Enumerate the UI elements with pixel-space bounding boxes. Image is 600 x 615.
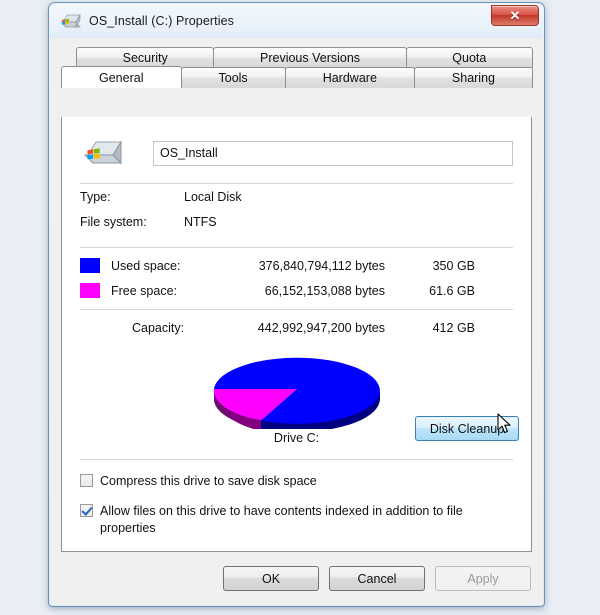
tab-label: Previous Versions (260, 51, 361, 65)
used-space-label: Used space: (111, 258, 181, 273)
capacity-spacer (80, 320, 100, 335)
free-space-gb: 61.6 GB (429, 283, 475, 298)
index-contents-row[interactable]: Allow files on this drive to have conten… (80, 503, 513, 537)
free-space-bytes: 66,152,153,088 bytes (264, 283, 385, 298)
filesystem-row: File system: NTFS (80, 209, 513, 234)
capacity-bytes: 442,992,947,200 bytes (257, 320, 385, 335)
volume-label-input[interactable]: OS_Install (153, 140, 513, 166)
ok-button[interactable]: OK (223, 566, 319, 591)
free-space-row: Free space: 66,152,153,088 bytes 61.6 GB (80, 278, 513, 303)
hard-drive-icon (60, 12, 82, 30)
hard-drive-icon (83, 136, 125, 170)
capacity-gb: 412 GB (432, 320, 475, 335)
disk-usage-chart: Drive C: Disk Cleanup (80, 349, 519, 445)
window-inner: OS_Install (C:) Properties ✕ Security Pr… (50, 4, 543, 605)
pie-chart-3d (211, 349, 383, 432)
filesystem-value: NTFS (184, 214, 217, 229)
tab-general[interactable]: General (61, 66, 182, 88)
dialog-client-area: Security Previous Versions Quota General… (50, 38, 543, 605)
index-contents-checkbox[interactable] (80, 503, 93, 517)
tab-label: Tools (218, 71, 248, 85)
tab-tools[interactable]: Tools (180, 67, 286, 88)
disk-cleanup-button[interactable]: Disk Cleanup (415, 416, 519, 441)
compress-drive-label: Compress this drive to save disk space (100, 474, 317, 488)
divider-bottom (80, 459, 513, 460)
properties-dialog-window: OS_Install (C:) Properties ✕ Security Pr… (48, 2, 545, 607)
cancel-label: Cancel (357, 571, 397, 586)
used-space-gb: 350 GB (432, 258, 475, 273)
tab-label: Sharing (451, 71, 495, 85)
type-label: Type: (80, 189, 111, 204)
general-tab-panel: OS_Install Type: Local Disk File system:… (61, 117, 532, 552)
apply-button: Apply (435, 566, 531, 591)
used-space-bytes: 376,840,794,112 bytes (258, 258, 385, 273)
type-row: Type: Local Disk (80, 184, 513, 209)
type-value: Local Disk (184, 189, 242, 204)
tab-security[interactable]: Security (76, 47, 215, 68)
ok-label: OK (261, 571, 281, 586)
compress-drive-row[interactable]: Compress this drive to save disk space (80, 473, 513, 490)
tab-previous-versions[interactable]: Previous Versions (213, 47, 407, 68)
tab-strip: Security Previous Versions Quota General… (61, 47, 534, 88)
tab-hardware[interactable]: Hardware (284, 67, 415, 88)
free-space-color-swatch (80, 283, 100, 298)
tab-label: Security (122, 51, 168, 65)
tab-row-top: Security Previous Versions Quota (61, 47, 533, 68)
tab-label: Quota (452, 51, 487, 65)
tab-sharing[interactable]: Sharing (413, 67, 534, 88)
cancel-button[interactable]: Cancel (329, 566, 425, 591)
close-button[interactable]: ✕ (491, 5, 539, 26)
apply-label: Apply (467, 571, 499, 586)
compress-drive-checkbox[interactable] (80, 474, 93, 487)
disk-cleanup-label: Disk Cleanup (429, 421, 505, 436)
used-space-color-swatch (80, 258, 100, 273)
volume-label-row: OS_Install (80, 136, 513, 170)
capacity-row: Capacity: 442,992,947,200 bytes 412 GB (80, 315, 513, 340)
tab-row-bottom: General Tools Hardware Sharing (61, 66, 534, 88)
tab-label: Hardware (322, 71, 377, 85)
index-contents-label: Allow files on this drive to have conten… (100, 503, 463, 535)
title-bar: OS_Install (C:) Properties ✕ (50, 4, 543, 38)
capacity-label: Capacity: (132, 320, 185, 335)
close-icon: ✕ (509, 8, 521, 23)
dialog-button-bar: OK Cancel Apply (50, 552, 543, 605)
tab-label: General (99, 70, 144, 85)
used-space-row: Used space: 376,840,794,112 bytes 350 GB (80, 253, 513, 278)
tab-quota[interactable]: Quota (405, 47, 533, 68)
free-space-label: Free space: (111, 283, 178, 298)
window-title: OS_Install (C:) Properties (89, 14, 235, 28)
filesystem-label: File system: (80, 214, 147, 229)
